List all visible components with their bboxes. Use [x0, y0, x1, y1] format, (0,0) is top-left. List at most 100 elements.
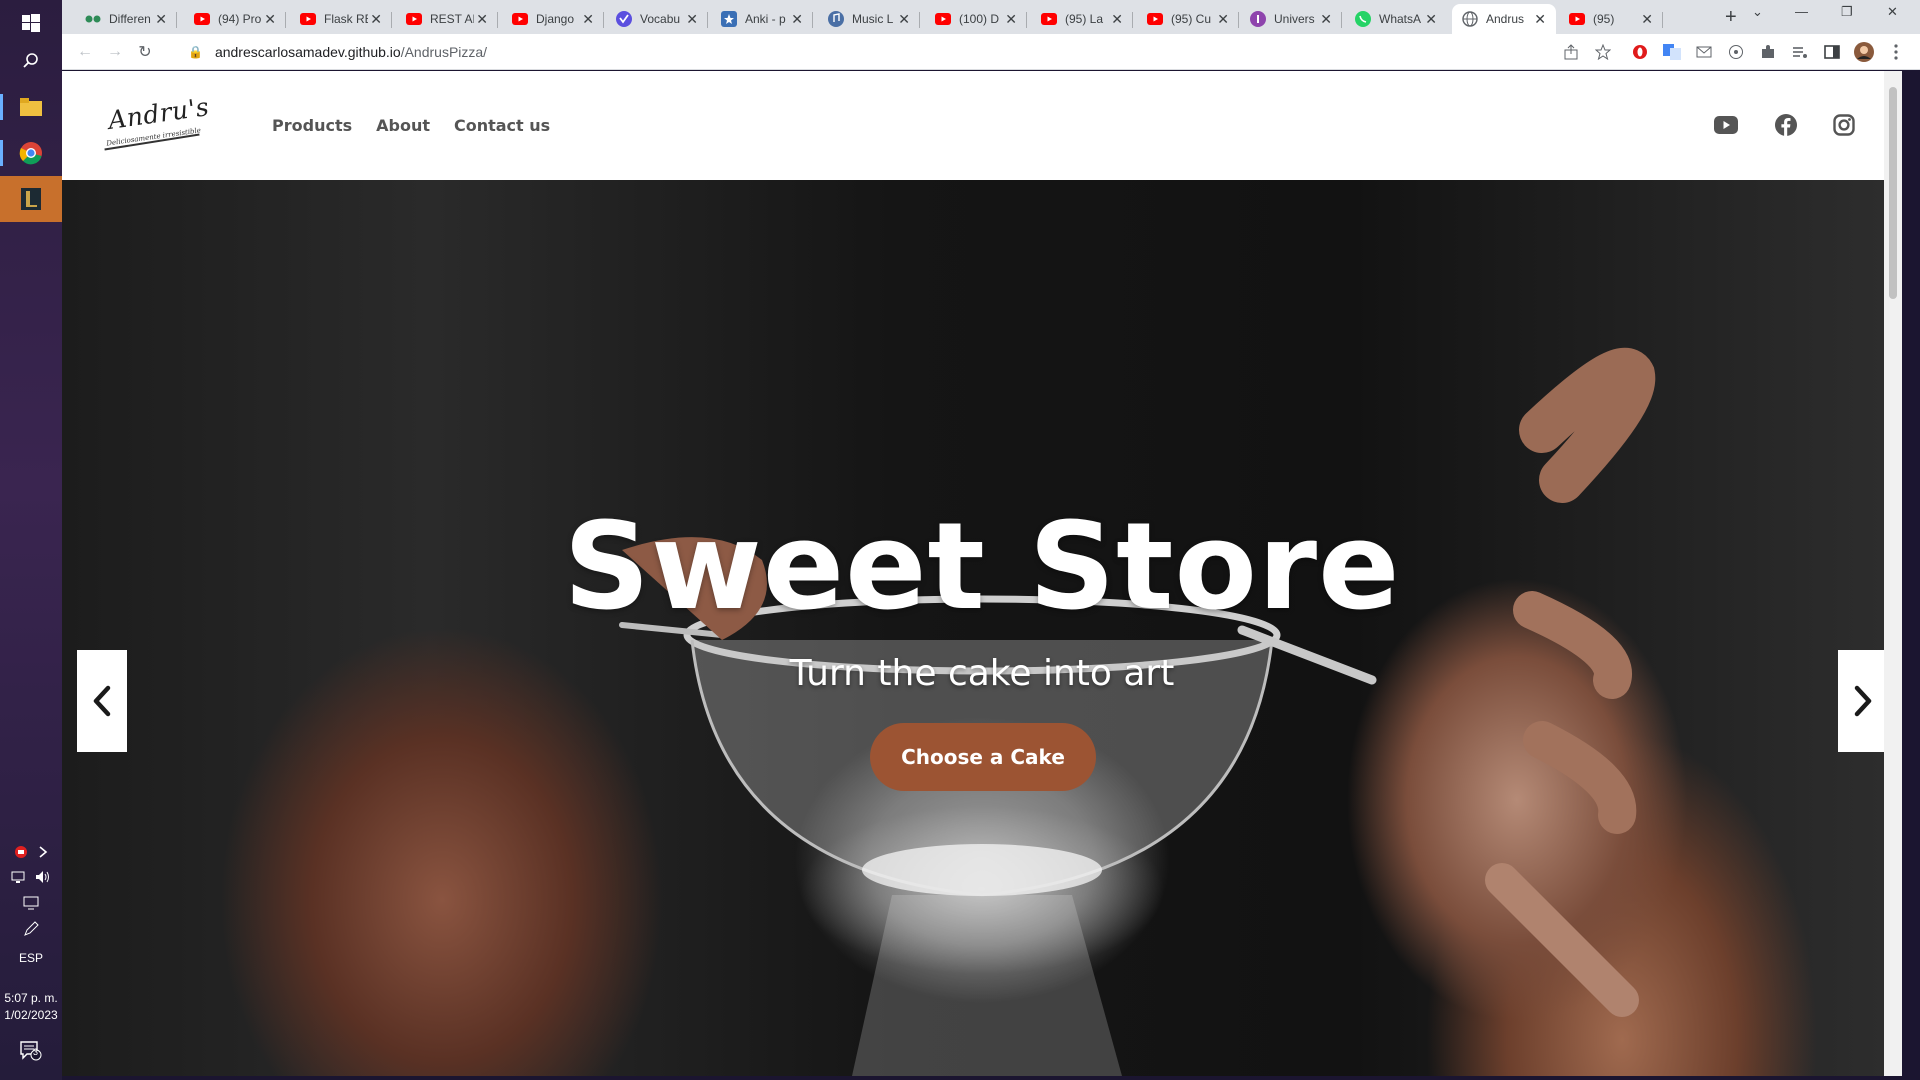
url-path: /AndrusPizza/ — [400, 44, 488, 60]
extension-circle-icon[interactable] — [1726, 42, 1746, 62]
tab-close-icon[interactable]: ✕ — [898, 11, 910, 28]
chevron-right-icon — [1854, 685, 1872, 717]
adblock-icon[interactable] — [1630, 42, 1650, 62]
music-icon — [828, 11, 844, 27]
chevron-right-icon[interactable] — [38, 845, 48, 861]
browser-tab[interactable]: WhatsA ✕ — [1345, 4, 1447, 34]
reload-icon[interactable]: ↻ — [134, 41, 156, 63]
search-icon[interactable] — [0, 38, 62, 84]
chevron-left-icon — [93, 685, 111, 717]
notification-center-icon[interactable]: 3 — [19, 1040, 43, 1062]
youtube-icon — [1569, 11, 1585, 27]
tab-search-icon[interactable]: ⌄ — [1752, 4, 1763, 20]
tab-close-icon[interactable]: ✕ — [1641, 11, 1653, 28]
browser-tab-strip: Differen✕(94) Pro✕Flask RE✕REST AP✕Djang… — [62, 0, 1920, 34]
tab-separator — [1341, 12, 1342, 28]
avatar[interactable] — [1854, 42, 1874, 62]
clock[interactable]: 5:07 p. m. 1/02/2023 — [0, 990, 62, 1024]
tab-close-icon[interactable]: ✕ — [1320, 11, 1332, 28]
media-control-icon[interactable] — [1790, 42, 1810, 62]
bookmark-star-icon[interactable] — [1593, 42, 1613, 62]
browser-tab[interactable]: Flask RE ✕ — [290, 4, 392, 34]
youtube-icon — [1041, 11, 1057, 27]
youtube-icon[interactable] — [1712, 111, 1740, 139]
side-panel-icon[interactable] — [1822, 42, 1842, 62]
antivirus-tray-icon[interactable] — [14, 845, 28, 862]
tab-separator — [1238, 12, 1239, 28]
nav-about[interactable]: About — [376, 116, 430, 135]
youtube-icon — [300, 11, 316, 27]
instagram-icon[interactable] — [1830, 111, 1858, 139]
tab-close-icon[interactable]: ✕ — [1425, 11, 1437, 28]
tab-separator — [707, 12, 708, 28]
chrome-icon[interactable] — [0, 130, 62, 176]
new-tab-button[interactable]: + — [1725, 6, 1737, 29]
tab-title: Django — [536, 12, 575, 26]
language-indicator[interactable]: ESP — [0, 951, 62, 965]
tab-close-icon[interactable]: ✕ — [582, 11, 594, 28]
file-explorer-icon[interactable] — [0, 84, 62, 130]
browser-tab[interactable]: Music L ✕ — [818, 4, 920, 34]
tab-close-icon[interactable]: ✕ — [686, 11, 698, 28]
tab-separator — [1662, 12, 1663, 28]
tab-title: WhatsA — [1379, 12, 1422, 26]
league-of-legends-icon[interactable] — [0, 176, 62, 222]
browser-toolbar: ← → ↻ 🔒 andrescarlosamadev.github.io/And… — [62, 34, 1920, 70]
choose-cake-button[interactable]: Choose a Cake — [870, 723, 1096, 791]
network-icon[interactable] — [11, 870, 25, 887]
display-icon[interactable] — [0, 892, 62, 914]
browser-tab[interactable]: Univers ✕ — [1240, 4, 1342, 34]
minimize-icon[interactable]: — — [1795, 4, 1808, 19]
tab-close-icon[interactable]: ✕ — [370, 11, 382, 28]
browser-tab[interactable]: Vocabu ✕ — [606, 4, 708, 34]
tab-close-icon[interactable]: ✕ — [791, 11, 803, 28]
youtube-icon — [935, 11, 951, 27]
facebook-icon[interactable] — [1772, 111, 1800, 139]
browser-tab[interactable]: Anki - p ✕ — [711, 4, 813, 34]
address-bar[interactable]: 🔒 andrescarlosamadev.github.io/AndrusPiz… — [174, 37, 1618, 67]
tab-close-icon[interactable]: ✕ — [1217, 11, 1229, 28]
tab-title: Andrus — [1486, 12, 1525, 26]
share-icon[interactable] — [1561, 42, 1581, 62]
tab-close-icon[interactable]: ✕ — [476, 11, 488, 28]
carousel-prev-button[interactable] — [77, 650, 127, 752]
pen-icon[interactable] — [0, 918, 62, 940]
browser-tab[interactable]: Andrus ✕ — [1452, 4, 1556, 34]
mail-extension-icon[interactable] — [1694, 42, 1714, 62]
tab-close-icon[interactable]: ✕ — [155, 11, 167, 28]
tab-title: Flask RE — [324, 12, 368, 26]
back-icon[interactable]: ← — [74, 41, 96, 63]
browser-tab[interactable]: REST AP✕ — [396, 4, 498, 34]
browser-tab[interactable]: (95) ✕ — [1559, 4, 1663, 34]
browser-tab[interactable]: (95) La ✕ — [1031, 4, 1133, 34]
tab-separator — [285, 12, 286, 28]
vocabulary-icon — [616, 11, 632, 27]
page-scrollbar[interactable] — [1884, 71, 1902, 1076]
nav-contact-us[interactable]: Contact us — [454, 116, 550, 135]
browser-tab[interactable]: (94) Pro ✕ — [184, 4, 286, 34]
browser-tab[interactable]: Differen ✕ — [75, 4, 177, 34]
browser-tab[interactable]: Django ✕ — [502, 4, 604, 34]
chrome-menu-icon[interactable] — [1886, 42, 1906, 62]
forward-icon[interactable]: → — [104, 41, 126, 63]
tab-close-icon[interactable]: ✕ — [1111, 11, 1123, 28]
tab-close-icon[interactable]: ✕ — [264, 11, 276, 28]
volume-icon[interactable] — [35, 870, 51, 887]
lock-icon[interactable]: 🔒 — [188, 45, 203, 59]
carousel-next-button[interactable] — [1838, 650, 1888, 752]
extensions-puzzle-icon[interactable] — [1758, 42, 1778, 62]
restore-icon[interactable]: ❐ — [1841, 4, 1853, 20]
translate-icon[interactable] — [1662, 42, 1682, 62]
nav-products[interactable]: Products — [272, 116, 352, 135]
site-header: Andru's Deliciosamente irresistible Prod… — [62, 71, 1902, 180]
scrollbar-thumb[interactable] — [1889, 87, 1897, 299]
tab-title: (95) — [1593, 12, 1615, 26]
browser-tab[interactable]: (95) Cu ✕ — [1137, 4, 1239, 34]
tab-close-icon[interactable]: ✕ — [1005, 11, 1017, 28]
browser-tab[interactable]: (100) D ✕ — [925, 4, 1027, 34]
close-window-icon[interactable]: ✕ — [1887, 4, 1898, 20]
tab-close-icon[interactable]: ✕ — [1534, 11, 1546, 28]
main-nav: Products About Contact us — [272, 116, 550, 135]
tab-title: (94) Pro — [218, 12, 262, 26]
site-logo[interactable]: Andru's Deliciosamente irresistible — [102, 92, 212, 155]
